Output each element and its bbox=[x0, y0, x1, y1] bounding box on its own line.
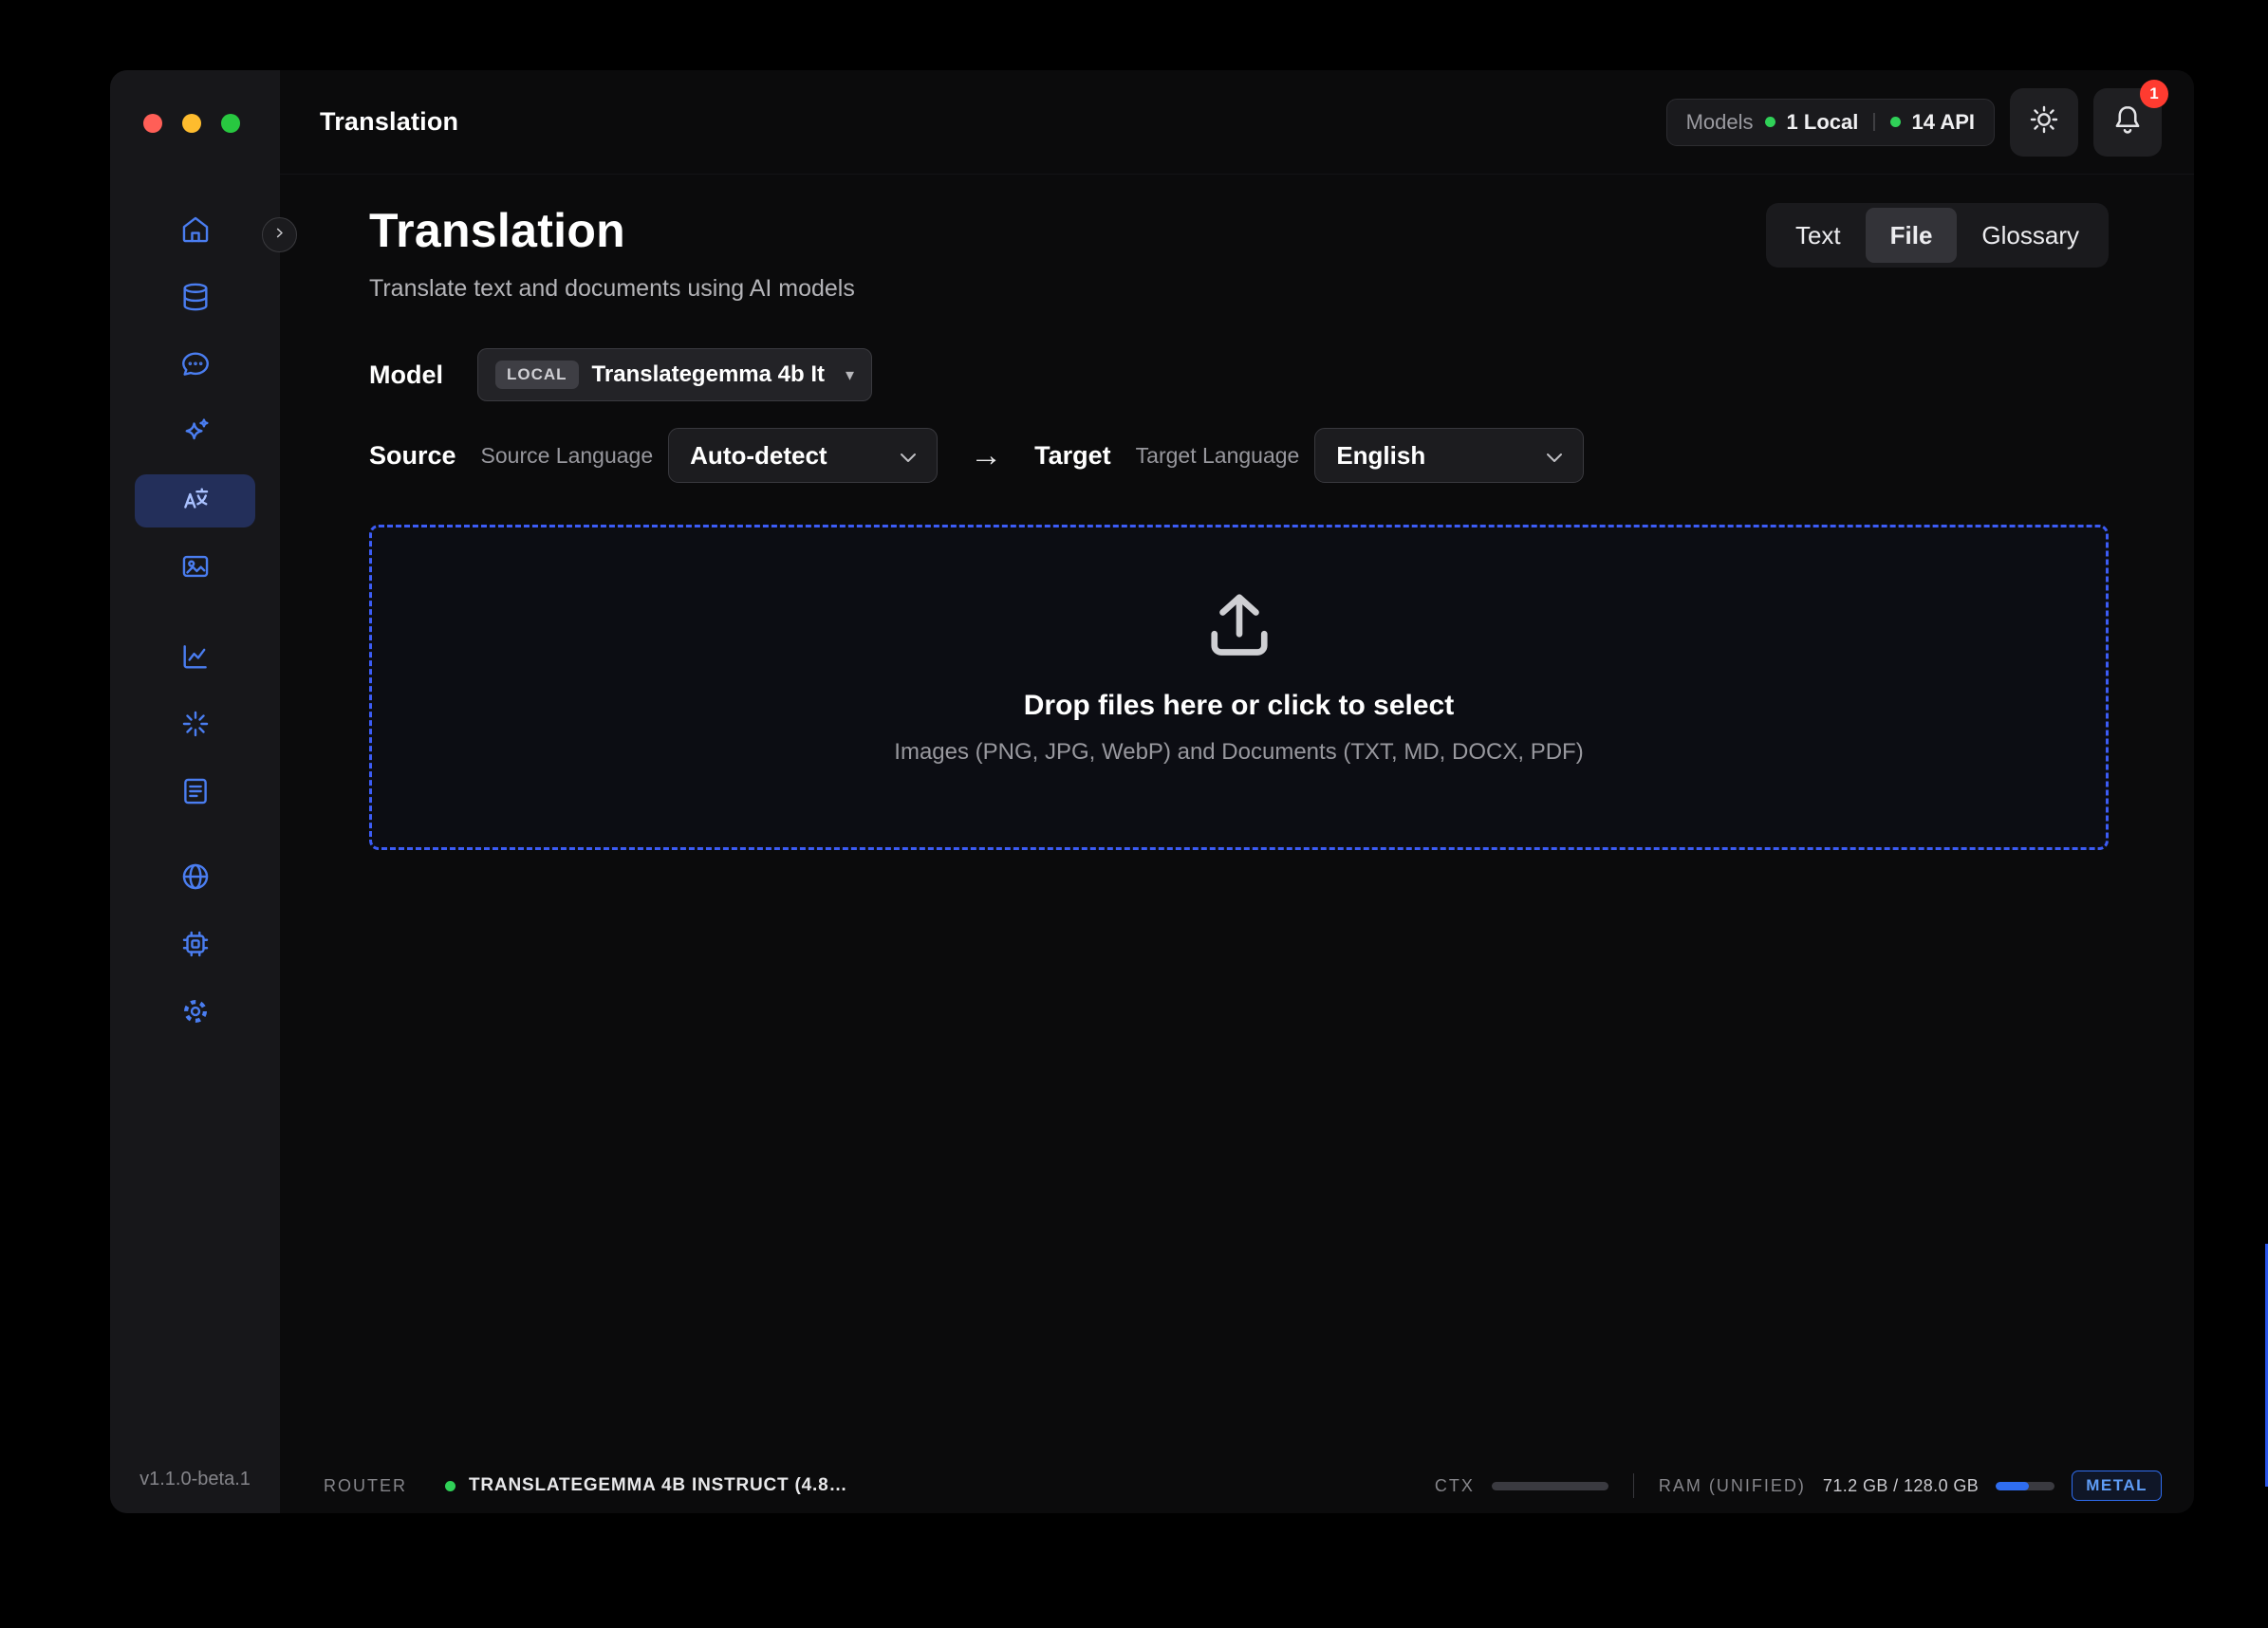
api-status-dot bbox=[1890, 117, 1901, 127]
sidebar-item-translation[interactable] bbox=[135, 474, 255, 527]
chevron-down-icon bbox=[899, 441, 918, 471]
page-title: Translation bbox=[369, 203, 855, 258]
theme-toggle-button[interactable] bbox=[2010, 88, 2078, 157]
tab-text[interactable]: Text bbox=[1771, 208, 1866, 263]
local-badge: LOCAL bbox=[495, 361, 579, 389]
ctx-label: CTX bbox=[1435, 1476, 1475, 1496]
sidebar-item-home[interactable] bbox=[135, 205, 255, 258]
local-status-dot bbox=[1765, 117, 1775, 127]
arrow-right-icon: → bbox=[970, 437, 1002, 474]
ram-value: 71.2 GB / 128.0 GB bbox=[1823, 1476, 1979, 1496]
target-language-select[interactable]: English bbox=[1314, 428, 1584, 483]
zoom-window-button[interactable] bbox=[221, 114, 240, 133]
source-language-select[interactable]: Auto-detect bbox=[668, 428, 938, 483]
source-language-value: Auto-detect bbox=[690, 441, 827, 471]
mode-segmented-control: Text File Glossary bbox=[1766, 203, 2109, 268]
ram-progress-bar bbox=[1996, 1482, 2054, 1490]
sidebar-item-settings[interactable] bbox=[135, 987, 255, 1040]
sidebar-item-logs[interactable] bbox=[135, 767, 255, 820]
main-content: Translation Translate text and documents… bbox=[280, 175, 2194, 1458]
target-language-value: English bbox=[1336, 441, 1425, 471]
window-title: Translation bbox=[320, 107, 458, 137]
chevron-right-icon bbox=[272, 226, 287, 245]
sidebar: v1.1.0-beta.1 bbox=[110, 70, 280, 1513]
bell-icon bbox=[2110, 102, 2145, 141]
source-language-label: Source Language bbox=[481, 443, 654, 469]
titlebar: Translation Models 1 Local | 14 API 1 bbox=[280, 70, 2194, 175]
chat-icon bbox=[179, 348, 212, 385]
dropzone-subtitle: Images (PNG, JPG, WebP) and Documents (T… bbox=[894, 739, 1583, 766]
model-label: Model bbox=[369, 361, 443, 390]
models-status-pill[interactable]: Models 1 Local | 14 API bbox=[1666, 99, 1995, 146]
page-subtitle: Translate text and documents using AI mo… bbox=[369, 275, 855, 303]
models-label: Models bbox=[1686, 110, 1754, 135]
home-icon bbox=[179, 213, 212, 250]
local-models-count: 1 Local bbox=[1787, 110, 1859, 135]
sidebar-item-activity[interactable] bbox=[135, 699, 255, 752]
status-bar: ROUTER TRANSLATEGEMMA 4B INSTRUCT (4.8… … bbox=[280, 1458, 2194, 1513]
sidebar-item-network[interactable] bbox=[135, 852, 255, 905]
app-window: v1.1.0-beta.1 Translation Models 1 Local… bbox=[110, 70, 2194, 1513]
upload-icon bbox=[1199, 583, 1279, 667]
sidebar-item-images[interactable] bbox=[135, 542, 255, 595]
close-window-button[interactable] bbox=[143, 114, 162, 133]
dropzone-title: Drop files here or click to select bbox=[1024, 690, 1455, 722]
model-select-value: Translategemma 4b It bbox=[592, 361, 825, 388]
caret-down-icon: ▾ bbox=[846, 365, 854, 385]
sparkles-icon bbox=[179, 416, 212, 453]
sidebar-item-models[interactable] bbox=[135, 272, 255, 325]
target-language-label: Target Language bbox=[1136, 443, 1300, 469]
ram-label: RAM (UNIFIED) bbox=[1659, 1476, 1806, 1496]
database-icon bbox=[179, 281, 212, 318]
sidebar-item-assistant[interactable] bbox=[135, 407, 255, 460]
sidebar-collapse-button[interactable] bbox=[262, 217, 297, 252]
burst-icon bbox=[179, 708, 212, 745]
sidebar-item-hardware[interactable] bbox=[135, 919, 255, 972]
source-label: Source bbox=[369, 441, 456, 471]
target-label: Target bbox=[1034, 441, 1111, 471]
notification-badge: 1 bbox=[2140, 80, 2168, 108]
globe-icon bbox=[179, 860, 212, 897]
sidebar-item-chat[interactable] bbox=[135, 340, 255, 393]
sidebar-nav bbox=[110, 205, 280, 1040]
api-models-count: 14 API bbox=[1912, 110, 1975, 135]
model-select[interactable]: LOCAL Translategemma 4b It ▾ bbox=[477, 348, 872, 401]
ram-progress-fill bbox=[1996, 1482, 2029, 1490]
sidebar-item-analytics[interactable] bbox=[135, 632, 255, 685]
window-controls bbox=[143, 114, 240, 133]
tab-file[interactable]: File bbox=[1866, 208, 1958, 263]
image-icon bbox=[179, 550, 212, 587]
ctx-progress-bar bbox=[1492, 1482, 1608, 1490]
line-chart-icon bbox=[179, 640, 212, 677]
minimize-window-button[interactable] bbox=[182, 114, 201, 133]
statusbar-divider bbox=[1633, 1473, 1634, 1498]
app-version: v1.1.0-beta.1 bbox=[110, 1469, 280, 1490]
metal-badge: METAL bbox=[2072, 1471, 2162, 1501]
settings-icon bbox=[179, 995, 212, 1032]
cpu-icon bbox=[179, 928, 212, 965]
file-dropzone[interactable]: Drop files here or click to select Image… bbox=[369, 525, 2109, 850]
chevron-down-icon bbox=[1545, 441, 1564, 471]
notes-icon bbox=[179, 775, 212, 812]
router-status-dot bbox=[445, 1481, 455, 1491]
tab-glossary[interactable]: Glossary bbox=[1957, 208, 2104, 263]
translate-icon bbox=[179, 483, 212, 520]
pill-separator: | bbox=[1871, 111, 1876, 133]
sun-icon bbox=[2028, 103, 2060, 140]
active-model-name: TRANSLATEGEMMA 4B INSTRUCT (4.8… bbox=[469, 1475, 847, 1496]
notifications-button[interactable]: 1 bbox=[2093, 88, 2162, 157]
router-label: ROUTER bbox=[324, 1476, 407, 1496]
